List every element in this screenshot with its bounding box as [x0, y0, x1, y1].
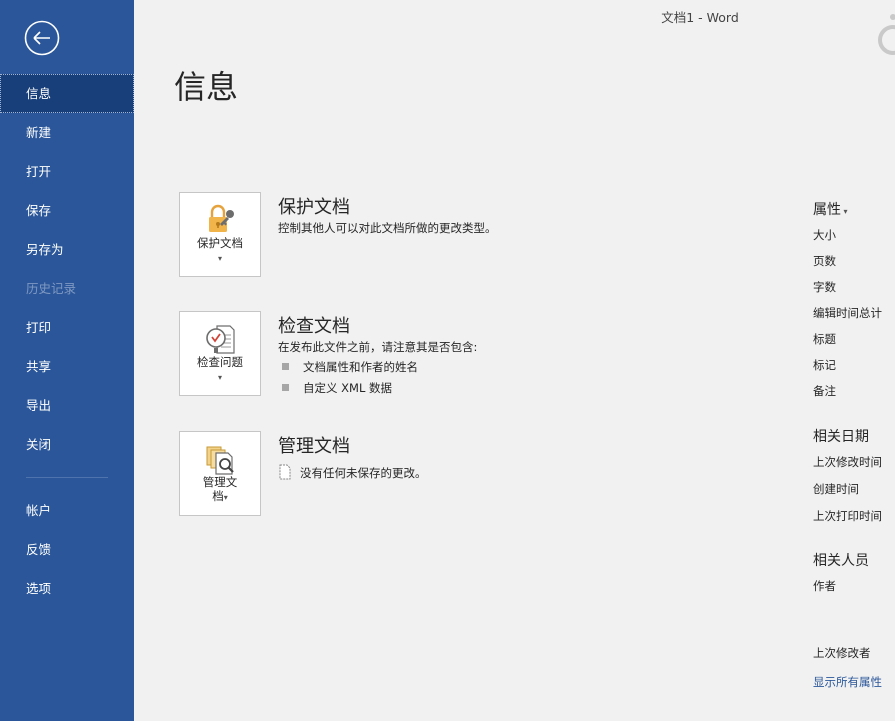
manage-document-button[interactable]: 管理文 档▾ [179, 431, 261, 516]
nav-item-close[interactable]: 关闭 [0, 425, 134, 464]
inspect-document-desc: 在发布此文件之前，请注意其是否包含: [278, 340, 478, 354]
date-label: 创建时间 [813, 482, 859, 496]
backstage-sidebar: 信息 新建 打开 保存 另存为 历史记录 打印 共享 导出 关闭 帐户 反馈 选… [0, 0, 134, 721]
nav-item-open[interactable]: 打开 [0, 152, 134, 191]
related-dates-heading: 相关日期 [813, 429, 869, 445]
nav-item-save-as[interactable]: 另存为 [0, 230, 134, 269]
backstage-nav: 信息 新建 打开 保存 另存为 历史记录 打印 共享 导出 关闭 帐户 反馈 选… [0, 74, 134, 608]
protect-document-button-label: 保护文档 ▾ [197, 236, 243, 263]
check-issues-button[interactable]: 检查问题 ▾ [179, 311, 261, 396]
nav-item-info[interactable]: 信息 [0, 74, 134, 113]
date-label: 上次打印时间 [813, 509, 882, 523]
related-people-heading: 相关人员 [813, 553, 869, 569]
protect-document-desc: 控制其他人可以对此文档所做的更改类型。 [278, 221, 497, 235]
check-issues-button-label: 检查问题 ▾ [197, 355, 243, 382]
protect-document-title: 保护文档 [278, 197, 350, 218]
property-label: 大小 [813, 228, 836, 242]
last-modified-by-label: 上次修改者 [813, 646, 871, 660]
nav-divider [26, 477, 108, 478]
show-all-properties-link[interactable]: 显示所有属性 [813, 674, 882, 690]
inspect-checklist-icon [206, 325, 235, 354]
protect-document-button[interactable]: 保护文档 ▾ [179, 192, 261, 277]
lock-key-icon [209, 204, 234, 232]
inspect-bullet-item: 自定义 XML 数据 [282, 380, 392, 396]
property-label: 字数 [813, 280, 836, 294]
date-label: 上次修改时间 [813, 455, 882, 469]
nav-item-options[interactable]: 选项 [0, 569, 134, 608]
manage-document-status: 没有任何未保存的更改。 [278, 464, 427, 481]
nav-item-print[interactable]: 打印 [0, 308, 134, 347]
manage-document-button-label: 管理文 档▾ [202, 475, 238, 503]
property-label: 备注 [813, 384, 836, 398]
property-label: 标记 [813, 358, 836, 372]
property-label: 编辑时间总计 [813, 306, 882, 320]
nav-item-history: 历史记录 [26, 281, 77, 296]
window-title: 文档1 - Word [661, 10, 739, 25]
page-title: 信息 [174, 68, 239, 106]
nav-item-share[interactable]: 共享 [0, 347, 134, 386]
property-label: 页数 [813, 254, 836, 268]
property-label: 标题 [813, 332, 836, 346]
inspect-bullet-item: 文档属性和作者的姓名 [282, 359, 418, 375]
nav-item-export[interactable]: 导出 [0, 386, 134, 425]
nav-item-feedback[interactable]: 反馈 [0, 530, 134, 569]
nav-item-new[interactable]: 新建 [0, 113, 134, 152]
document-icon [279, 464, 291, 480]
manage-document-icon [206, 446, 234, 475]
nav-item-save[interactable]: 保存 [0, 191, 134, 230]
inspect-document-title: 检查文档 [278, 316, 350, 337]
partial-logo-icon [878, 14, 895, 55]
people-label: 作者 [813, 579, 836, 593]
nav-item-account[interactable]: 帐户 [0, 491, 134, 530]
properties-dropdown[interactable]: 属性 ▾ [813, 199, 848, 219]
manage-document-title: 管理文档 [278, 436, 350, 457]
